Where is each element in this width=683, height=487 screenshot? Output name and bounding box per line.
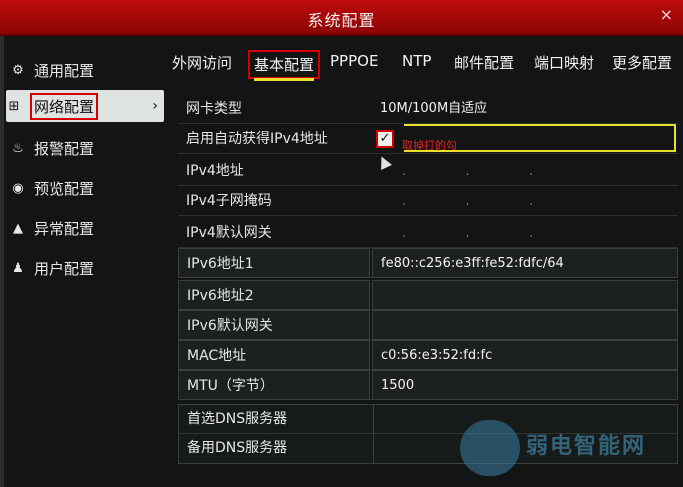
field-label: IPv6地址2 <box>178 280 370 310</box>
sidebar-item-network[interactable]: ⊞ 网络配置 › <box>6 90 164 122</box>
chevron-right-icon: › <box>152 98 158 114</box>
network-icon: ⊞ <box>8 98 20 114</box>
tab-basic-config[interactable]: 基本配置 <box>248 50 321 81</box>
row-ipv4-address: IPv4地址 . . . <box>178 156 678 186</box>
field-label: 网卡类型 <box>186 101 242 117</box>
ipv6-address1-input[interactable]: fe80::c256:e3ff:fe52:fdfc/64 <box>372 248 678 278</box>
nic-type-select[interactable]: 10M/100M自适应 <box>372 94 678 124</box>
mtu-input[interactable]: 1500 <box>372 370 678 400</box>
sidebar-item-label: 报警配置 <box>34 139 95 158</box>
ipv4-address-input[interactable]: . . . <box>372 156 678 186</box>
ipv6-address2-input[interactable] <box>372 280 678 310</box>
sidebar-item-label: 用户配置 <box>34 259 95 278</box>
row-mac-address: MAC地址 c0:56:e3:52:fd:fc <box>178 340 678 370</box>
active-tab-underline <box>254 78 315 81</box>
tab-bar: 外网访问 基本配置 PPPOE NTP 邮件配置 端口映射 更多配置 <box>164 48 679 84</box>
watermark-text: 弱电智能网 <box>526 434 647 459</box>
field-label: IPv4子网掩码 <box>186 193 272 209</box>
ip-dots: . . . <box>402 164 562 178</box>
watermark-logo-icon <box>460 420 520 476</box>
ip-dots: . . . <box>402 226 562 240</box>
ipv6-gateway-input[interactable] <box>372 310 678 340</box>
sidebar-item-preview[interactable]: ◉ 预览配置 <box>10 172 160 204</box>
field-label: 启用自动获得IPv4地址 <box>186 131 328 147</box>
field-label: 备用DNS服务器 <box>187 440 288 456</box>
row-ipv6-address1: IPv6地址1 fe80::c256:e3ff:fe52:fdfc/64 <box>178 248 678 278</box>
gear-icon: ⚙ <box>12 62 24 78</box>
tab-pppoe[interactable]: PPPOE <box>330 52 378 70</box>
highlight-frame <box>404 124 676 152</box>
sidebar-item-label: 网络配置 <box>30 92 99 120</box>
field-label: IPv6默认网关 <box>178 310 370 340</box>
tab-ntp[interactable]: NTP <box>402 52 431 70</box>
divider <box>373 405 374 434</box>
bell-icon: ♨ <box>12 140 24 156</box>
tab-port-mapping[interactable]: 端口映射 <box>534 52 594 73</box>
mac-address-value: c0:56:e3:52:fd:fc <box>372 340 678 370</box>
ip-dots: . . . <box>402 194 562 208</box>
field-label: MTU（字节） <box>178 370 370 400</box>
row-ipv6-gateway: IPv6默认网关 <box>178 310 678 340</box>
divider <box>373 434 374 463</box>
row-dhcp: 启用自动获得IPv4地址 ✓ 取掉打的勾 <box>178 124 678 154</box>
tab-label: 基本配置 <box>254 56 315 74</box>
tab-email-config[interactable]: 邮件配置 <box>454 52 514 73</box>
close-icon[interactable]: × <box>660 5 673 24</box>
users-icon: ♟ <box>12 260 24 276</box>
ipv4-mask-input[interactable]: . . . <box>372 186 678 216</box>
row-ipv6-address2: IPv6地址2 <box>178 280 678 310</box>
row-nic-type: 网卡类型 10M/100M自适应 <box>178 94 678 124</box>
row-mtu: MTU（字节） 1500 <box>178 370 678 400</box>
field-label: 首选DNS服务器 <box>187 411 288 427</box>
field-label: IPv4地址 <box>186 163 244 179</box>
watermark: 弱电智能网 <box>460 420 670 476</box>
sidebar-item-label: 异常配置 <box>34 219 95 238</box>
tab-more-config[interactable]: 更多配置 <box>612 52 672 73</box>
dhcp-checkbox[interactable]: ✓ <box>376 130 394 148</box>
sidebar-item-alarm[interactable]: ♨ 报警配置 <box>10 132 160 164</box>
warning-icon: ▲ <box>13 220 23 236</box>
tab-external-access[interactable]: 外网访问 <box>172 52 232 73</box>
sidebar-item-exception[interactable]: ▲ 异常配置 <box>10 212 160 244</box>
eye-icon: ◉ <box>12 180 24 196</box>
field-label: IPv4默认网关 <box>186 225 272 241</box>
row-ipv4-mask: IPv4子网掩码 . . . <box>178 186 678 216</box>
window-title: 系统配置 <box>307 11 376 30</box>
field-label: MAC地址 <box>178 340 370 370</box>
sidebar-item-users[interactable]: ♟ 用户配置 <box>10 252 160 284</box>
field-label: IPv6地址1 <box>178 248 370 278</box>
sidebar: ⚙ 通用配置 ⊞ 网络配置 › ♨ 报警配置 ◉ 预览配置 ▲ 异常配置 ♟ 用… <box>4 44 164 484</box>
sidebar-item-label: 预览配置 <box>34 179 95 198</box>
sidebar-item-label: 通用配置 <box>34 61 95 80</box>
title-bar: 系统配置 × <box>0 0 683 36</box>
ipv4-gateway-input[interactable]: . . . <box>372 218 678 248</box>
row-ipv4-gateway: IPv4默认网关 . . . <box>178 218 678 248</box>
sidebar-item-general[interactable]: ⚙ 通用配置 <box>10 54 160 86</box>
